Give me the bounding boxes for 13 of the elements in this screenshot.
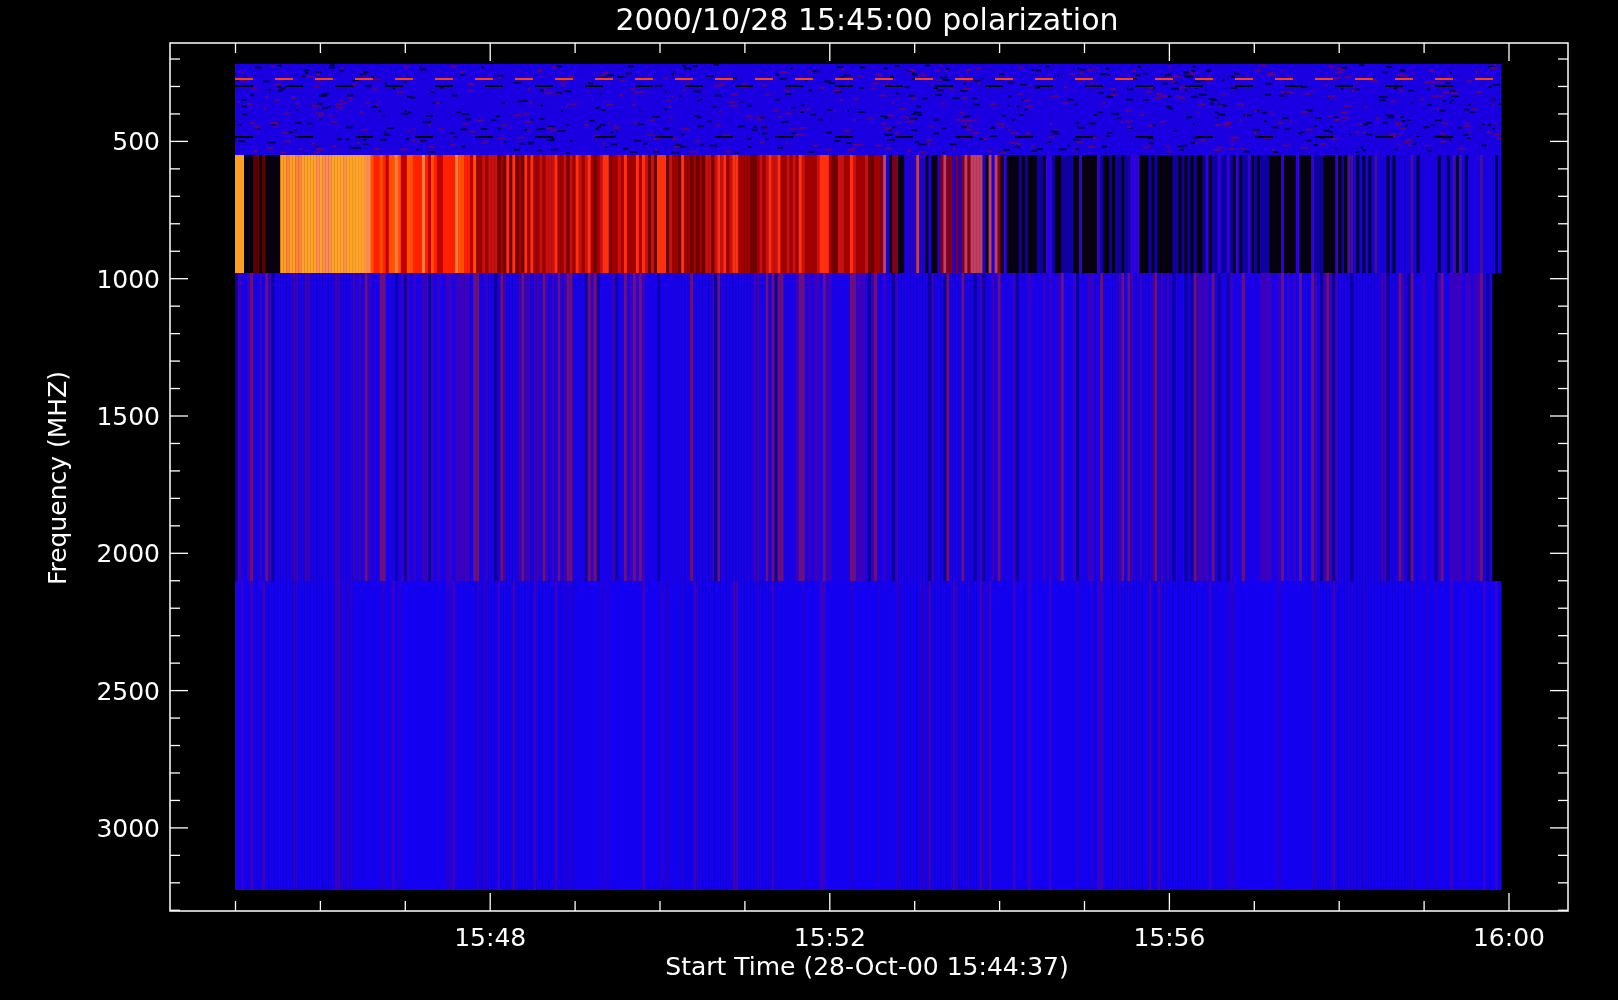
x-tick-label: 15:48 xyxy=(454,923,527,952)
plot-title: 2000/10/28 15:45:00 polarization xyxy=(615,2,1119,37)
y-axis-label: Frequency (MHZ) xyxy=(43,370,72,586)
y-tick-label: 1500 xyxy=(96,402,160,431)
y-tick-label: 500 xyxy=(112,127,160,157)
x-tick-label: 16:00 xyxy=(1473,923,1545,952)
x-tick-label: 15:56 xyxy=(1133,923,1206,952)
y-tick-label: 2500 xyxy=(96,676,160,706)
y-tick-label: 3000 xyxy=(96,813,160,843)
x-axis-label: Start Time (28-Oct-00 15:44:37) xyxy=(665,952,1069,981)
y-tick-label: 1000 xyxy=(96,264,160,294)
x-tick-label: 15:52 xyxy=(793,923,866,952)
y-tick-label: 2000 xyxy=(96,539,160,569)
